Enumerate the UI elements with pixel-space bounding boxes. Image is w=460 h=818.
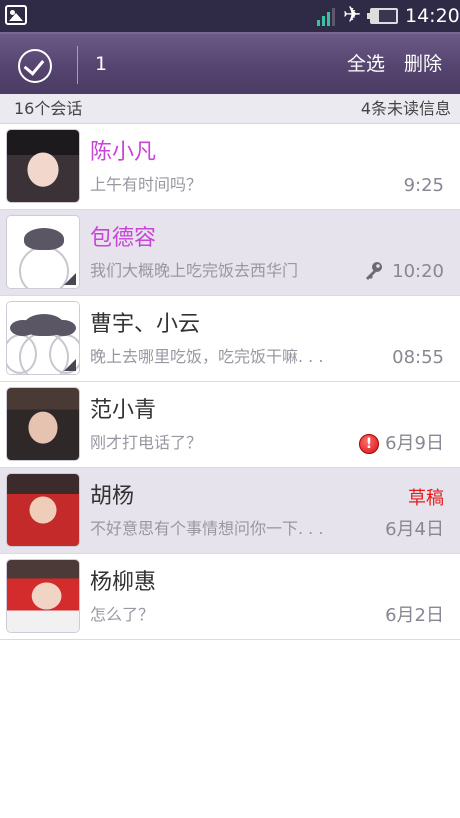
message-snippet: 我们大概晚上吃完饭去西华门 <box>90 261 299 280</box>
message-time: 08:55 <box>392 347 444 368</box>
avatar[interactable] <box>6 215 80 289</box>
contact-name: 范小青 <box>90 398 157 423</box>
done-check-button[interactable] <box>18 49 52 83</box>
battery-icon <box>367 8 398 24</box>
message-snippet: 刚才打电话了？ <box>90 433 203 452</box>
action-bar-divider <box>77 46 78 84</box>
send-failed-icon: ! <box>359 434 379 454</box>
avatar[interactable] <box>6 473 80 547</box>
message-time: 6月9日 <box>385 433 444 454</box>
conversation-row[interactable]: 曹宇、小云 晚上去哪里吃饭，吃完饭干嘛. . . 08:55 <box>0 296 460 382</box>
status-time: 14:20 <box>405 5 460 27</box>
status-bar: ✈ 14:20 <box>0 0 460 32</box>
contact-photo <box>7 560 79 632</box>
contact-photo <box>7 130 79 202</box>
avatar[interactable] <box>6 129 80 203</box>
key-icon <box>366 262 382 280</box>
image-icon <box>5 5 27 25</box>
select-all-button[interactable]: 全选 <box>347 52 385 76</box>
message-snippet: 晚上去哪里吃饭，吃完饭干嘛. . . <box>90 347 324 366</box>
contact-name: 胡杨 <box>90 484 135 509</box>
message-time: 10:20 <box>392 261 444 282</box>
contact-name: 杨柳惠 <box>90 570 157 595</box>
contact-photo <box>7 388 79 460</box>
conversation-row[interactable]: 杨柳惠 怎么了？ 6月2日 <box>0 554 460 640</box>
contact-name: 陈小凡 <box>90 140 157 165</box>
group-avatar-icon <box>7 302 79 374</box>
selection-action-bar: 1 全选 删除 <box>0 32 460 94</box>
airplane-icon: ✈ <box>343 3 362 28</box>
conversation-row[interactable]: 陈小凡 上午有时间吗？ 9:25 <box>0 124 460 210</box>
message-time: 6月4日 <box>385 519 444 540</box>
default-avatar-icon <box>7 216 79 288</box>
message-snippet: 上午有时间吗？ <box>90 175 203 194</box>
message-snippet: 不好意思有个事情想问你一下. . . <box>90 519 324 538</box>
contact-name: 曹宇、小云 <box>90 312 201 337</box>
avatar[interactable] <box>6 559 80 633</box>
conversation-row[interactable]: 范小青 刚才打电话了？ ! 6月9日 <box>0 382 460 468</box>
draft-label: 草稿 <box>408 488 444 509</box>
conversation-count: 16个会话 <box>14 99 83 118</box>
contact-photo <box>7 474 79 546</box>
conversation-row[interactable]: 胡杨 草稿 不好意思有个事情想问你一下. . . 6月4日 <box>0 468 460 554</box>
avatar[interactable] <box>6 301 80 375</box>
avatar[interactable] <box>6 387 80 461</box>
conversation-row[interactable]: 包德容 我们大概晚上吃完饭去西华门 10:20 <box>0 210 460 296</box>
signal-icon <box>317 6 339 26</box>
check-icon <box>23 54 45 76</box>
message-snippet: 怎么了？ <box>90 605 155 624</box>
contact-name: 包德容 <box>90 226 157 251</box>
delete-button[interactable]: 删除 <box>404 52 442 76</box>
message-time: 9:25 <box>403 175 444 196</box>
message-time: 6月2日 <box>385 605 444 626</box>
selected-count: 1 <box>95 53 108 75</box>
conversation-list: 陈小凡 上午有时间吗？ 9:25 包德容 我们大概晚上吃完饭去西华门 10:20… <box>0 124 460 640</box>
unread-count: 4条未读信息 <box>360 99 451 118</box>
conversation-summary: 16个会话 4条未读信息 <box>0 94 460 124</box>
